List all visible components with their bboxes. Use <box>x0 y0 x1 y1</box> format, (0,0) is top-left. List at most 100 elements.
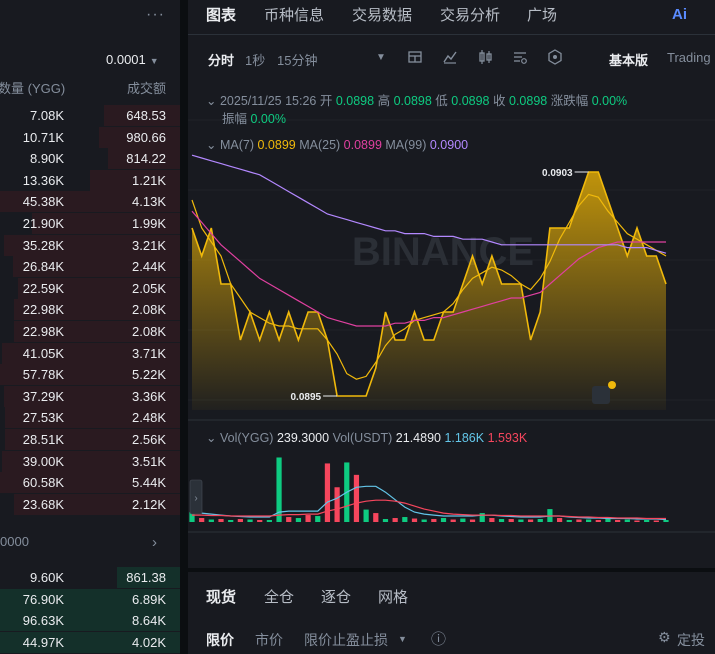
ask-row[interactable]: 37.29K 3.36K <box>0 385 180 407</box>
vol-ma1-value: 1.186K <box>444 431 485 445</box>
collapse-icon[interactable]: ⌄ <box>206 94 216 108</box>
price-chart[interactable]: BINANCE0.09030.0895›14:3014:4515:0015:15… <box>188 80 715 540</box>
info-icon[interactable]: ⓘ <box>431 628 446 649</box>
ask-row[interactable]: 39.00K 3.51K <box>0 450 180 472</box>
volume-bar <box>199 518 205 522</box>
vol-ma1-line <box>191 485 667 521</box>
precision-value: 0.0001 <box>106 52 146 67</box>
tab-spot[interactable]: 现货 <box>206 586 236 607</box>
ask-amount: 45.38K <box>22 194 64 210</box>
tab-cross[interactable]: 全仓 <box>264 586 294 607</box>
ask-row[interactable]: 28.51K 2.56K <box>0 429 180 450</box>
hexagon-icon[interactable] <box>546 48 564 66</box>
ask-row[interactable]: 23.68K 2.12K <box>0 493 180 515</box>
pane-expand-arrow: › <box>194 493 197 504</box>
ask-total: 648.53 <box>126 108 166 123</box>
volume-bar <box>411 518 418 522</box>
ask-total: 2.12K <box>132 496 166 512</box>
volume-bar <box>382 519 389 522</box>
ask-total: 1.99K <box>132 216 166 231</box>
ask-row[interactable]: 22.59K 2.05K <box>0 277 180 299</box>
bid-row[interactable]: 44.97K 4.02K <box>0 631 180 653</box>
volume-bar <box>421 519 427 522</box>
ai-button[interactable]: Ai <box>672 6 687 23</box>
tab-trade-data[interactable]: 交易数据 <box>352 4 412 25</box>
tab-trade-analysis[interactable]: 交易分析 <box>440 4 500 25</box>
interval-dropdown-icon[interactable]: ▼ <box>376 52 386 63</box>
interval-1s[interactable]: 1秒 <box>245 50 265 69</box>
amp-row: 振幅 0.00% <box>222 108 286 127</box>
chevron-right-icon: › <box>152 534 157 551</box>
ask-row[interactable]: 41.05K 3.71K <box>0 342 180 364</box>
volume-bar <box>518 519 524 522</box>
ask-amount: 27.53K <box>22 410 64 426</box>
bid-total: 4.02K <box>132 634 166 650</box>
ask-row[interactable]: 45.38K 4.13K <box>0 191 180 213</box>
ask-amount: 22.98K <box>22 324 64 339</box>
high-label: 高 <box>377 94 391 108</box>
ma99-value: 0.0900 <box>429 138 469 152</box>
settings-list-icon[interactable] <box>511 48 529 66</box>
volume-bar <box>595 520 601 522</box>
tab-isolated[interactable]: 逐仓 <box>321 586 351 607</box>
bid-row[interactable]: 76.90K 6.89K <box>0 588 180 610</box>
ask-row[interactable]: 22.98K 2.08K <box>0 321 180 342</box>
ask-row[interactable]: 57.78K 5.22K <box>0 364 180 386</box>
order-type-stop-limit[interactable]: 限价止盈止损 <box>304 630 388 650</box>
mid-price-row[interactable]: 0000 › <box>0 534 180 556</box>
precision-select[interactable]: 0.0001 ▼ <box>106 52 159 67</box>
collapse-vol-icon[interactable]: ⌄ <box>206 431 216 445</box>
bid-total: 861.38 <box>126 570 166 585</box>
ask-total: 2.08K <box>132 302 166 318</box>
indicators-icon[interactable] <box>441 48 459 66</box>
bid-row[interactable]: 96.63K 8.64K <box>0 610 180 632</box>
order-type-limit[interactable]: 限价 <box>206 630 234 650</box>
ask-total: 3.51K <box>132 453 166 469</box>
amp-label: 振幅 <box>222 112 248 126</box>
ask-row[interactable]: 8.90K 814.22 <box>0 148 180 170</box>
dca-button[interactable]: 定投 <box>677 630 705 650</box>
order-type-market[interactable]: 市价 <box>255 630 283 650</box>
volume-bar <box>353 474 360 522</box>
ask-row[interactable]: 27.53K 2.48K <box>0 407 180 429</box>
volume-bar <box>537 519 543 522</box>
tab-coin-info[interactable]: 币种信息 <box>264 4 324 25</box>
basic-version-button[interactable]: 基本版 <box>609 50 648 69</box>
collapse-ma-icon[interactable]: ⌄ <box>206 138 216 152</box>
ask-row[interactable]: 26.84K 2.44K <box>0 256 180 278</box>
interval-timeline[interactable]: 分时 <box>208 50 234 69</box>
draw-tools-icon[interactable] <box>406 48 424 66</box>
bid-amount: 44.97K <box>22 634 64 650</box>
bid-row[interactable]: 9.60K 861.38 <box>0 567 180 588</box>
candle-info-row: ⌄ 2025/11/25 15:26 开 0.0898 高 0.0898 低 0… <box>206 90 627 109</box>
more-icon[interactable]: ··· <box>146 6 165 24</box>
ask-amount: 37.29K <box>22 388 64 404</box>
low-value: 0.0898 <box>451 94 490 108</box>
vol-quote-value: 21.4890 <box>395 431 441 445</box>
ask-row[interactable]: 7.08K 648.53 <box>0 105 180 126</box>
ask-row[interactable]: 22.98K 2.08K <box>0 299 180 321</box>
high-value: 0.0898 <box>393 94 432 108</box>
ask-row[interactable]: 13.36K 1.21K <box>0 169 180 191</box>
volume-bar <box>440 518 447 522</box>
open-label: 开 <box>319 94 333 108</box>
ask-amount: 10.71K <box>22 129 64 145</box>
tab-square[interactable]: 广场 <box>527 4 557 25</box>
ask-total: 1.21K <box>132 172 166 188</box>
ask-row[interactable]: 10.71K 980.66 <box>0 126 180 148</box>
tab-grid[interactable]: 网格 <box>378 586 408 607</box>
ask-row[interactable]: 21.90K 1.99K <box>0 213 180 234</box>
ask-amount: 57.78K <box>22 367 64 383</box>
candle-type-icon[interactable] <box>476 48 494 66</box>
volume-bar <box>324 463 331 522</box>
dca-icon[interactable]: ⚙ <box>658 629 671 646</box>
interval-15m[interactable]: 15分钟 <box>277 50 317 69</box>
ask-row[interactable]: 35.28K 3.21K <box>0 234 180 256</box>
news-dot-icon <box>608 381 616 389</box>
tab-chart[interactable]: 图表 <box>206 4 236 25</box>
stop-limit-dropdown-icon[interactable]: ▼ <box>398 634 407 644</box>
volume-bar <box>208 519 214 522</box>
tradingview-button[interactable]: Trading <box>667 50 711 65</box>
ask-row[interactable]: 60.58K 5.44K <box>0 472 180 494</box>
vol-base-label: Vol(YGG) <box>219 431 274 445</box>
